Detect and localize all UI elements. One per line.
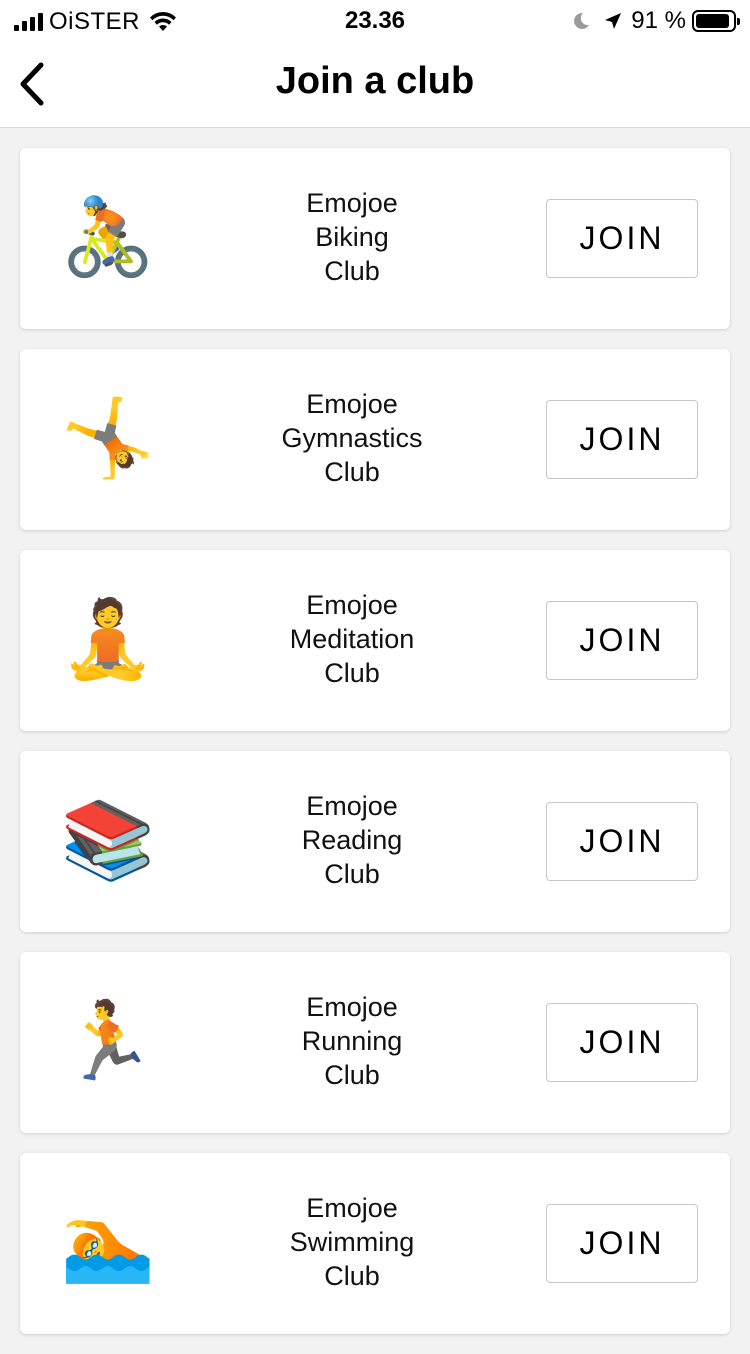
books-icon: 📚 — [60, 798, 156, 883]
join-button[interactable]: JOIN — [546, 199, 698, 278]
club-name: Emojoe Running Club — [301, 992, 403, 1090]
club-card-gymnastics: 🤸 Emojoe Gymnastics Club JOIN — [20, 349, 730, 530]
club-name: Emojoe Reading Club — [301, 791, 403, 889]
club-card-reading: 📚 Emojoe Reading Club JOIN — [20, 751, 730, 932]
join-button[interactable]: JOIN — [546, 1204, 698, 1283]
meditation-icon: 🧘 — [60, 597, 156, 682]
navigation-bar: Join a club — [0, 40, 750, 128]
battery-nub — [737, 18, 740, 25]
status-bar: OiSTER 23.36 91 % — [0, 0, 750, 40]
join-button[interactable]: JOIN — [546, 601, 698, 680]
club-name: Emojoe Meditation Club — [289, 590, 415, 688]
club-card-swimming: 🏊 Emojoe Swimming Club JOIN — [20, 1153, 730, 1334]
club-list: 🚴 Emojoe Biking Club JOIN 🤸 Emojoe Gymna… — [20, 148, 730, 1354]
location-arrow-icon — [605, 13, 622, 29]
battery-percent: 91 % — [631, 7, 686, 34]
club-name: Emojoe Swimming Club — [289, 1193, 415, 1291]
club-name: Emojoe Gymnastics Club — [281, 389, 423, 487]
running-icon: 🏃 — [60, 999, 156, 1084]
club-card-running: 🏃 Emojoe Running Club JOIN — [20, 952, 730, 1133]
biking-icon: 🚴 — [60, 195, 156, 280]
join-button[interactable]: JOIN — [546, 400, 698, 479]
moon-icon — [574, 12, 590, 29]
join-button[interactable]: JOIN — [546, 1003, 698, 1082]
page-title: Join a club — [275, 60, 475, 102]
battery-fill — [696, 14, 729, 28]
gymnastics-icon: 🤸 — [60, 396, 156, 481]
club-name: Emojoe Biking Club — [306, 188, 398, 286]
status-right: 91 % — [571, 7, 740, 35]
swimming-icon: 🏊 — [60, 1200, 156, 1285]
join-button[interactable]: JOIN — [546, 802, 698, 881]
battery-icon — [692, 10, 740, 32]
club-card-biking: 🚴 Emojoe Biking Club JOIN — [20, 148, 730, 329]
club-card-meditation: 🧘 Emojoe Meditation Club JOIN — [20, 550, 730, 731]
